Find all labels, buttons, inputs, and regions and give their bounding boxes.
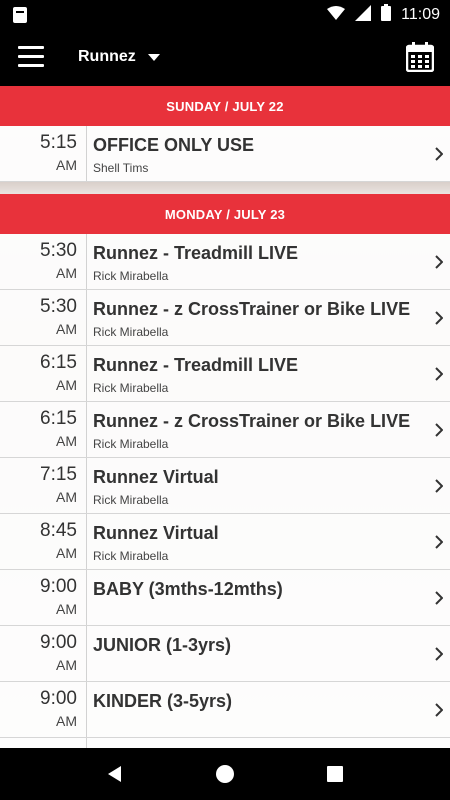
class-instructor: Rick Mirabella [93,269,169,283]
battery-icon [381,4,392,26]
signal-icon [355,4,372,26]
class-row[interactable]: 5:15 AM OFFICE ONLY USE Shell Tims [0,126,450,182]
class-instructor: Rick Mirabella [93,325,169,339]
status-bar: 11:09 [0,0,450,30]
class-instructor: Rick Mirabella [93,437,169,451]
class-time: 5:30 AM [40,296,77,337]
class-row[interactable]: 9:00 AM KINDER (3-5yrs) [0,682,450,738]
chevron-right-icon [435,535,443,549]
wifi-icon [327,5,346,25]
class-row[interactable]: 6:15 AM Runnez - z CrossTrainer or Bike … [0,402,450,458]
dropdown-caret-icon [147,53,160,61]
class-row[interactable]: 9:00 AM JUNIOR (1-3yrs) [0,626,450,682]
recents-icon[interactable] [315,754,355,794]
class-row[interactable]: 5:30 AM Runnez - z CrossTrainer or Bike … [0,290,450,346]
hamburger-menu-icon[interactable] [18,46,44,68]
class-instructor: Rick Mirabella [93,549,169,563]
chevron-right-icon [435,591,443,605]
class-title: BABY (3mths-12mths) [93,579,283,599]
class-title: JUNIOR (1-3yrs) [93,635,232,655]
class-time: 8:45 AM [40,520,77,561]
class-title: KINDER (3-5yrs) [93,691,233,711]
class-time: 5:30 AM [40,240,77,281]
app-title: Runnez [78,48,136,65]
class-title: Runnez - Treadmill LIVE [93,243,299,263]
class-time: 9:00 AM [40,632,77,673]
class-title: Runnez - z CrossTrainer or Bike LIVE [93,411,411,431]
class-time: 6:15 AM [40,408,77,449]
class-title: Runnez - z CrossTrainer or Bike LIVE [93,299,411,319]
calendar-icon[interactable] [405,42,435,73]
chevron-right-icon [435,703,443,717]
class-row[interactable]: 9:00 AM BABY (3mths-12mths) [0,570,450,626]
class-time: 5:15 AM [40,132,77,173]
chevron-right-icon [435,311,443,325]
class-time: 9:00 AM [40,688,77,729]
day-header: MONDAY / JULY 23 [0,194,450,234]
class-instructor: Shell Tims [93,161,149,175]
class-row[interactable]: 6:15 AM Runnez - Treadmill LIVE Rick Mir… [0,346,450,402]
chevron-right-icon [435,647,443,661]
home-icon[interactable] [205,754,245,794]
chevron-right-icon [435,255,443,269]
chevron-right-icon [435,367,443,381]
class-title: Runnez Virtual [93,467,219,487]
class-row[interactable]: 7:15 AM Runnez Virtual Rick Mirabella [0,458,450,514]
section-gap [0,182,450,194]
back-icon[interactable] [95,754,135,794]
class-time: 9:00 AM [40,576,77,617]
location-dropdown[interactable]: Runnez [78,48,160,66]
chevron-right-icon [435,147,443,161]
class-row-partial[interactable] [0,738,450,748]
class-title: Runnez - Treadmill LIVE [93,355,299,375]
schedule-list[interactable]: SUNDAY / JULY 22 5:15 AM OFFICE ONLY USE… [0,86,450,748]
day-header: SUNDAY / JULY 22 [0,86,450,126]
class-title: Runnez Virtual [93,523,219,543]
class-instructor: Rick Mirabella [93,381,169,395]
chevron-right-icon [435,479,443,493]
class-time: 7:15 AM [40,464,77,505]
class-title: OFFICE ONLY USE [93,135,255,155]
class-time: 6:15 AM [40,352,77,393]
app-bar: Runnez [0,30,450,86]
class-instructor: Rick Mirabella [93,493,169,507]
class-row[interactable]: 8:45 AM Runnez Virtual Rick Mirabella [0,514,450,570]
system-nav-bar [0,748,450,800]
class-row[interactable]: 5:30 AM Runnez - Treadmill LIVE Rick Mir… [0,234,450,290]
notification-icon [12,6,28,29]
status-time: 11:09 [401,6,440,23]
chevron-right-icon [435,423,443,437]
